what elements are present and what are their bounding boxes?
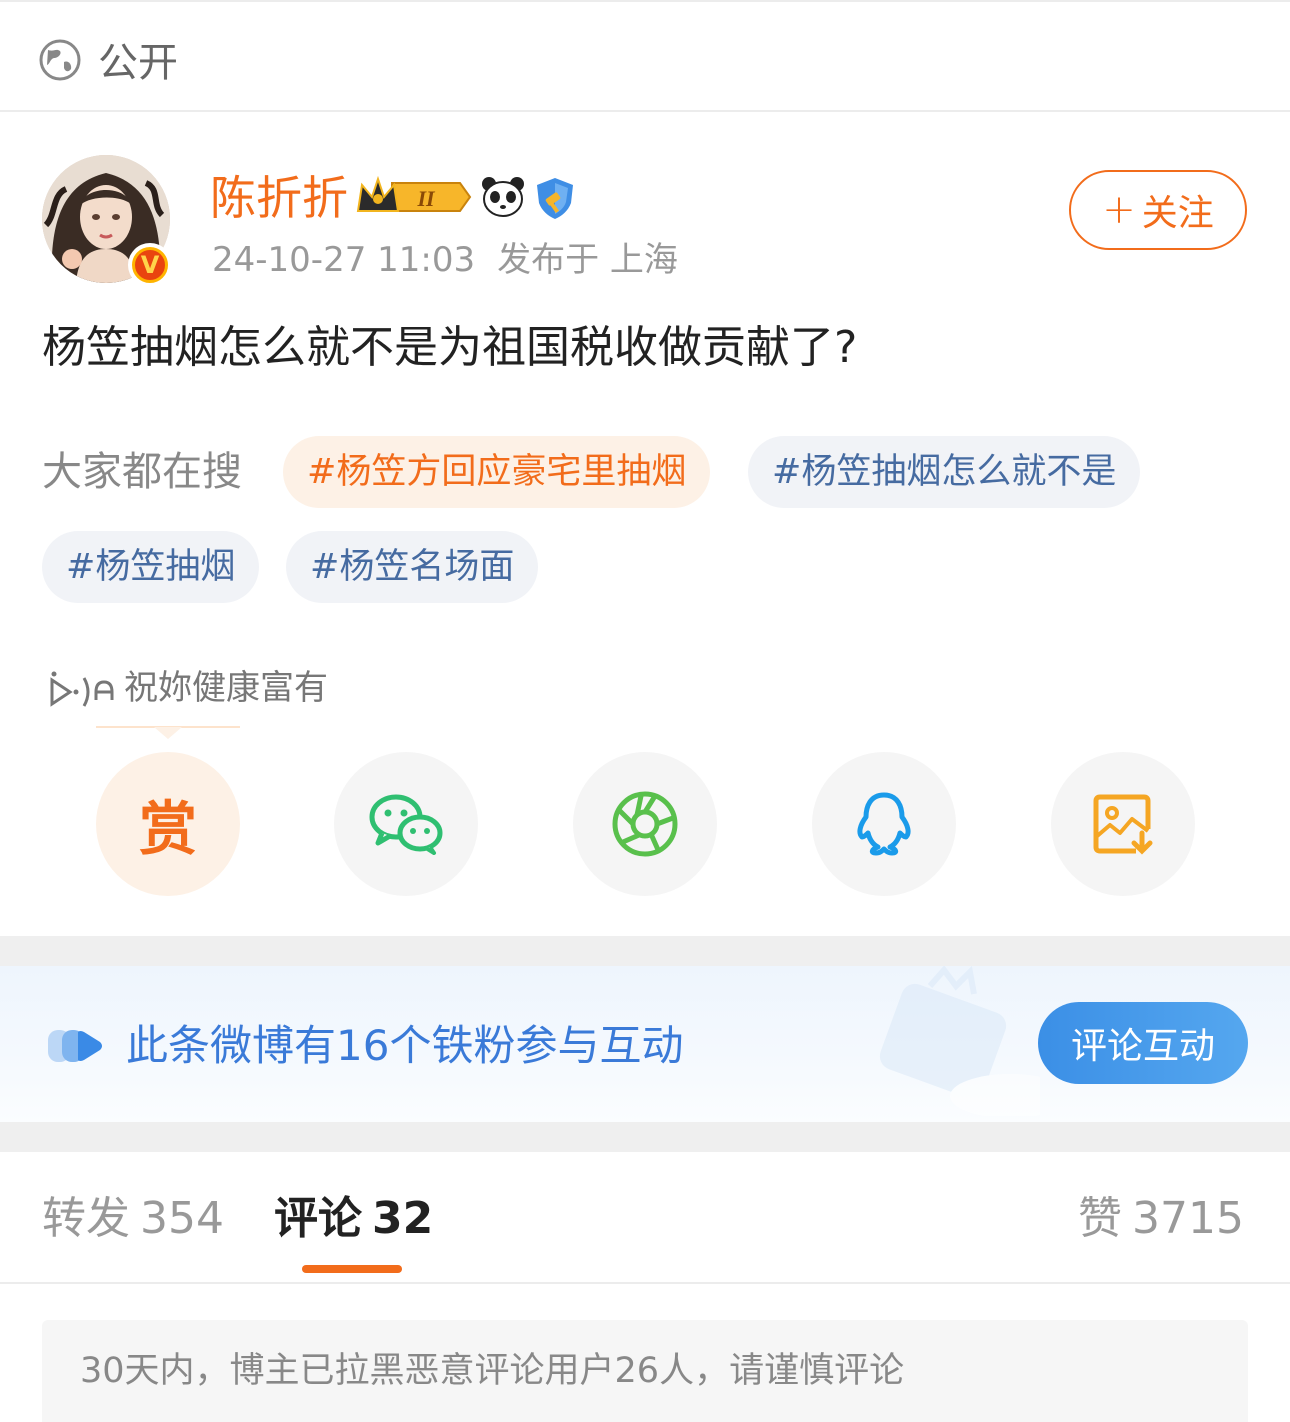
tab-comment-label: 评论 <box>274 1193 362 1244</box>
moments-icon <box>612 791 678 857</box>
post-location: 发布于 上海 <box>497 240 678 280</box>
save-image-button[interactable] <box>1051 752 1195 896</box>
post-meta: 24-10-27 11:03 发布于 上海 <box>212 236 678 284</box>
section-divider <box>0 1122 1290 1152</box>
wish-line: 祝妳健康富有 <box>48 664 328 712</box>
tab-repost[interactable]: 转发 354 <box>42 1190 224 1248</box>
share-moments-button[interactable] <box>573 752 717 896</box>
save-image-icon <box>1093 794 1153 855</box>
tab-like-label: 赞 <box>1078 1193 1123 1244</box>
comment-notice: 30天内，博主已拉黑恶意评论用户26人，请谨慎评论 <box>42 1320 1248 1422</box>
weibo-post-detail: 公开 V 陈折折 II 24-10-27 11:03 发布于 上海 + 关注 杨… <box>0 0 1290 1422</box>
globe-icon <box>39 39 81 81</box>
section-divider <box>0 936 1290 966</box>
verified-badge: V <box>128 243 172 287</box>
search-tag[interactable]: #杨笠方回应豪宅里抽烟 <box>283 436 711 508</box>
shield-icon <box>537 178 573 219</box>
active-tab-indicator <box>302 1265 402 1273</box>
interaction-tabs: 转发 354 评论 32 赞 3715 <box>0 1152 1290 1284</box>
fans-icon <box>48 1030 102 1062</box>
follow-label: 关注 <box>1141 193 1214 234</box>
search-tag[interactable]: #杨笠名场面 <box>286 531 539 603</box>
author-name[interactable]: 陈折折 <box>210 170 348 226</box>
visibility-bar: 公开 <box>0 0 1290 112</box>
post-timestamp: 24-10-27 11:03 <box>212 240 476 280</box>
plus-icon: + <box>1102 187 1136 233</box>
crown-level-text: II <box>416 186 436 211</box>
share-qq-button[interactable] <box>812 752 956 896</box>
kaomoji-icon <box>50 671 114 707</box>
share-row: 赏 <box>0 752 1290 898</box>
tab-repost-label: 转发 <box>42 1193 130 1244</box>
panda-icon <box>482 177 524 217</box>
qq-icon <box>857 792 911 856</box>
banner-decoration <box>879 966 1040 1116</box>
reward-icon: 赏 <box>138 795 197 863</box>
search-tag[interactable]: #杨笠抽烟 <box>42 531 260 603</box>
fans-interaction-banner[interactable]: 此条微博有16个铁粉参与互动 评论互动 <box>0 966 1290 1122</box>
verified-badge-letter: V <box>132 247 168 283</box>
tab-like-count: 3715 <box>1132 1193 1244 1244</box>
post-text: 杨笠抽烟怎么就不是为祖国税收做贡献了? <box>42 322 858 373</box>
comment-interaction-button[interactable]: 评论互动 <box>1038 1002 1248 1084</box>
fans-interaction-text: 此条微博有16个铁粉参与互动 <box>126 1021 684 1070</box>
reward-button[interactable]: 赏 <box>96 752 240 896</box>
visibility-label: 公开 <box>98 40 178 86</box>
follow-button[interactable]: + 关注 <box>1069 170 1247 250</box>
wechat-icon <box>369 794 443 855</box>
reward-pointer <box>96 726 240 739</box>
wish-text: 祝妳健康富有 <box>124 668 328 708</box>
crown-level-badge[interactable]: II <box>356 175 472 219</box>
trending-search-label: 大家都在搜 <box>42 449 242 495</box>
tab-repost-count: 354 <box>140 1193 224 1244</box>
tab-comment[interactable]: 评论 32 <box>274 1190 433 1248</box>
share-wechat-button[interactable] <box>334 752 478 896</box>
tab-like[interactable]: 赞 3715 <box>1078 1190 1244 1248</box>
tab-comment-count: 32 <box>372 1193 434 1244</box>
search-tag[interactable]: #杨笠抽烟怎么就不是 <box>748 436 1141 508</box>
